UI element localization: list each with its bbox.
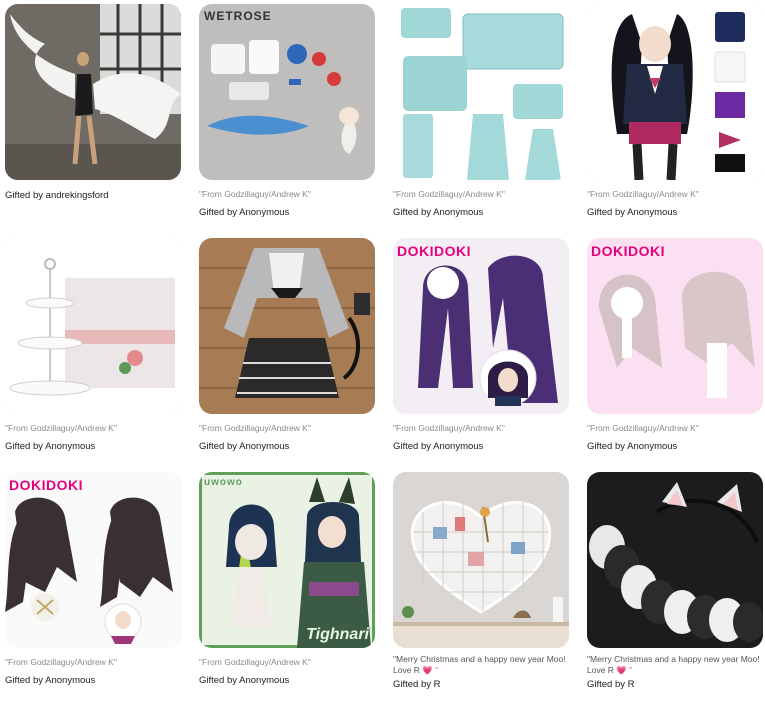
gift-image-sailor-costume[interactable]: WETROSE bbox=[199, 4, 375, 180]
gift-image-twin-tail-wig[interactable]: DOKIDOKI bbox=[5, 472, 181, 648]
gifted-by-label: Gifted by R bbox=[393, 679, 441, 690]
gift-card[interactable]: uwowo Tighnari "From Godzillaguy/Andrew … bbox=[199, 472, 375, 702]
heart-icon: 💗 " bbox=[422, 665, 439, 675]
gift-image-tighnari-wig[interactable]: uwowo Tighnari bbox=[199, 472, 375, 648]
brand-label: DOKIDOKI bbox=[397, 243, 471, 259]
gifted-by-label: Gifted by Anonymous bbox=[5, 441, 96, 452]
gift-note: "From Godzillaguy/Andrew K" bbox=[587, 189, 699, 199]
gift-card[interactable]: Gifted by andrekingsford bbox=[5, 4, 181, 226]
gift-image-purple-wig[interactable]: DOKIDOKI bbox=[393, 238, 569, 414]
gift-note: "Merry Christmas and a happy new year Mo… bbox=[587, 654, 760, 675]
brand-label: uwowo bbox=[204, 477, 243, 488]
gift-card[interactable]: "From Godzillaguy/Andrew K" Gifted by An… bbox=[5, 238, 181, 460]
gift-note: "From Godzillaguy/Andrew K" bbox=[5, 657, 117, 667]
gift-note: "From Godzillaguy/Andrew K" bbox=[199, 189, 311, 199]
gifted-by-label: Gifted by Anonymous bbox=[587, 441, 678, 452]
gift-card[interactable]: "From Godzillaguy/Andrew K" Gifted by An… bbox=[393, 4, 569, 226]
gift-image-gothic-dress[interactable] bbox=[199, 238, 375, 414]
gift-note: "Merry Christmas and a happy new year Mo… bbox=[393, 654, 566, 675]
gift-note: "From Godzillaguy/Andrew K" bbox=[5, 423, 117, 433]
gift-note: "From Godzillaguy/Andrew K" bbox=[393, 423, 505, 433]
gift-note: "From Godzillaguy/Andrew K" bbox=[199, 657, 311, 667]
gifted-by-label: Gifted by Anonymous bbox=[393, 207, 484, 218]
gifted-by-label: Gifted by Anonymous bbox=[199, 207, 290, 218]
gift-image-cake-stand[interactable] bbox=[5, 238, 181, 414]
gifted-by-label: Gifted by andrekingsford bbox=[5, 190, 109, 201]
gifted-by-label: Gifted by Anonymous bbox=[587, 207, 678, 218]
gift-card[interactable]: "Merry Christmas and a happy new year Mo… bbox=[393, 472, 569, 702]
gift-note: "From Godzillaguy/Andrew K" bbox=[393, 189, 505, 199]
gift-card[interactable]: WETROSE "From Godzillaguy/Andrew K" Gift… bbox=[199, 4, 375, 226]
gift-image-pink-wig[interactable]: DOKIDOKI bbox=[587, 238, 763, 414]
brand-label: DOKIDOKI bbox=[591, 243, 665, 259]
gift-card[interactable]: "Merry Christmas and a happy new year Mo… bbox=[587, 472, 763, 702]
gift-note: "From Godzillaguy/Andrew K" bbox=[587, 423, 699, 433]
gift-image-fur-ears-tail[interactable] bbox=[587, 472, 763, 648]
gift-card[interactable]: DOKIDOKI "From Godzillaguy/Andrew K" Gif… bbox=[587, 238, 763, 460]
gift-card[interactable]: DOKIDOKI "From Godzillaguy/Andrew K" Gif… bbox=[5, 472, 181, 702]
brand-label: DOKIDOKI bbox=[9, 477, 83, 493]
gifted-by-label: Gifted by R bbox=[587, 679, 635, 690]
gifted-by-label: Gifted by Anonymous bbox=[393, 441, 484, 452]
gift-image-school-uniform[interactable] bbox=[587, 4, 763, 180]
gift-image-packing-cubes[interactable] bbox=[393, 4, 569, 180]
gift-image-heart-grid[interactable] bbox=[393, 472, 569, 648]
gift-note: "From Godzillaguy/Andrew K" bbox=[199, 423, 311, 433]
gifted-by-label: Gifted by Anonymous bbox=[5, 675, 96, 686]
gift-card[interactable]: DOKIDOKI "From Godzillaguy/Andrew K" Gif… bbox=[393, 238, 569, 460]
gifted-by-label: Gifted by Anonymous bbox=[199, 441, 290, 452]
gift-grid: Gifted by andrekingsford WETROSE "From G… bbox=[5, 4, 763, 702]
heart-icon: 💗 " bbox=[616, 665, 633, 675]
gift-card[interactable]: "From Godzillaguy/Andrew K" Gifted by An… bbox=[587, 4, 763, 226]
gifted-by-label: Gifted by Anonymous bbox=[199, 675, 290, 686]
gift-card[interactable]: "From Godzillaguy/Andrew K" Gifted by An… bbox=[199, 238, 375, 460]
character-caption: Tighnari bbox=[306, 626, 369, 643]
brand-label: WETROSE bbox=[204, 9, 272, 23]
gift-image-angel-wings[interactable] bbox=[5, 4, 181, 180]
